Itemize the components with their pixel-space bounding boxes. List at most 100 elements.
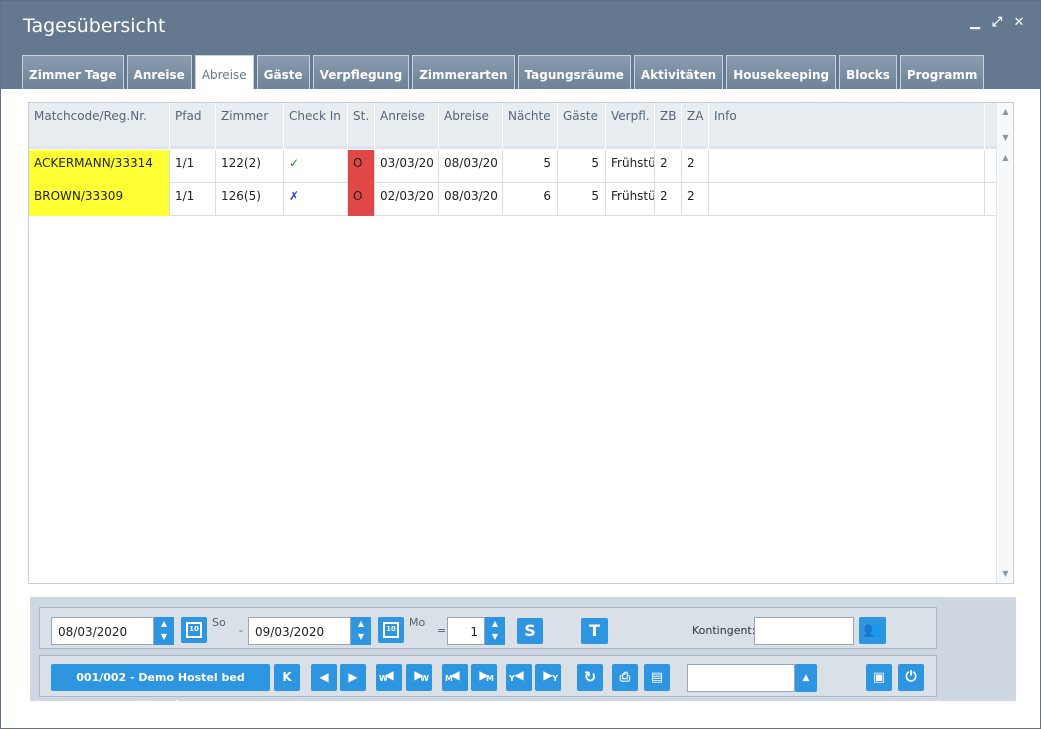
minimize-icon[interactable]: ▁ [968,15,982,30]
col-header-status[interactable]: St. [348,103,375,149]
calendar-icon: 10 [383,622,399,638]
col-header-verpflegung[interactable]: Verpfl. [606,103,655,149]
col-header-matchcode[interactable]: Matchcode/Reg.Nr. [29,103,170,149]
vertical-scrollbar[interactable]: ▲ ▼ ▲ ▼ [996,103,1013,583]
prev-week-button[interactable]: ◀ W [376,664,402,691]
col-header-zb[interactable]: ZB [655,103,682,149]
year-sub-label: Y [552,674,558,683]
scroll-up-icon[interactable]: ▲ [997,107,1014,116]
maximize-icon[interactable]: ⤢ [990,15,1004,30]
date-to-input[interactable]: 09/03/2020 [248,617,351,645]
cell-pfad: 1/1 [170,150,216,183]
cell-info [709,183,985,216]
cell-zb: 2 [655,150,682,183]
col-header-pfad[interactable]: Pfad [170,103,216,149]
s-button[interactable]: S [517,618,543,644]
luggage-button[interactable]: ▣ [866,664,892,691]
title-bar: Tagesübersicht ▁ ⤢ ✕ Zimmer Tage Anreise… [1,1,1040,89]
checkmark-icon: ✓ [289,156,300,170]
close-icon[interactable]: ✕ [1012,15,1026,30]
view-select[interactable] [687,664,795,692]
chevron-down-icon[interactable]: ▼ [351,630,371,643]
col-header-info[interactable]: Info [709,103,985,149]
year-sub-label: Y [509,674,515,683]
export-button[interactable]: ▤ [644,664,670,691]
tab-gaeste[interactable]: Gäste [256,55,310,89]
cell-status: O [348,183,375,216]
arrow-left-icon: ◀ [319,670,329,684]
arrow-right-icon: ▶ [348,670,358,684]
tab-housekeeping[interactable]: Housekeeping [726,55,837,89]
scroll-down-icon[interactable]: ▼ [997,133,1014,142]
date-from-input[interactable]: 08/03/2020 [51,617,154,645]
chevron-up-icon[interactable]: ▲ [485,617,505,630]
scroll-down-icon[interactable]: ▼ [997,569,1014,578]
scroll-up-icon[interactable]: ▲ [997,153,1014,162]
tab-anreise[interactable]: Anreise [126,55,192,89]
kontingent-input[interactable] [754,617,854,645]
tab-programm[interactable]: Programm [899,55,985,89]
next-week-button[interactable]: ▶ W [406,664,432,691]
cell-checkin: ✗ [284,183,348,216]
cell-verpflegung: Frühstü [606,183,655,216]
prev-day-button[interactable]: ◀ [311,664,337,691]
tab-zimmer-tage[interactable]: Zimmer Tage [22,55,124,89]
cell-zb: 2 [655,183,682,216]
tab-zimmerarten[interactable]: Zimmerarten [412,55,515,89]
table-row[interactable]: BROWN/33309 1/1 126(5) ✗ O 02/03/20 08/0… [29,183,997,216]
view-select-toggle[interactable]: ▲ [795,664,817,692]
col-header-abreise[interactable]: Abreise [439,103,503,149]
tab-verpflegung[interactable]: Verpflegung [312,55,410,89]
tab-tagungsraeume[interactable]: Tagungsräume [517,55,631,89]
table-row[interactable]: ACKERMANN/33314 1/1 122(2) ✓ O 03/03/20 … [29,150,997,183]
col-header-naechte[interactable]: Nächte [503,103,558,149]
next-month-button[interactable]: ▶ M [471,664,497,691]
date-to-calendar-button[interactable]: 10 [378,617,404,643]
printer-icon: ⎙ [619,670,631,685]
day-to-label: Mo [409,616,426,629]
equals-label: = [437,624,447,637]
t-button[interactable]: T [581,618,608,644]
next-day-button[interactable]: ▶ [340,664,366,691]
tab-abreise[interactable]: Abreise [194,55,254,89]
cell-naechte: 5 [503,150,558,183]
power-button[interactable]: ⏻ [898,664,924,691]
refresh-icon: ↻ [583,668,597,686]
col-header-zimmer[interactable]: Zimmer [216,103,284,149]
col-header-za[interactable]: ZA [682,103,709,149]
chevron-up-icon: ▲ [802,673,810,683]
luggage-icon: ▣ [872,670,886,685]
cell-matchcode: BROWN/33309 [29,183,170,216]
chevron-down-icon[interactable]: ▼ [154,630,174,643]
window-title: Tagesübersicht [23,15,166,37]
chevron-up-icon[interactable]: ▲ [154,617,174,630]
prev-month-button[interactable]: ◀ M [442,664,468,691]
date-from-calendar-button[interactable]: 10 [181,617,207,643]
col-header-gaeste[interactable]: Gäste [558,103,606,149]
chevron-up-icon[interactable]: ▲ [351,617,371,630]
tab-blocks[interactable]: Blocks [839,55,897,89]
date-to-stepper[interactable]: ▲ ▼ [351,617,371,645]
refresh-button[interactable]: ↻ [577,664,603,691]
cell-gaeste: 5 [558,183,606,216]
cell-abreise: 08/03/20 [439,183,503,216]
users-button[interactable]: 👥 [859,617,886,644]
chevron-down-icon[interactable]: ▼ [485,630,505,643]
col-header-checkin[interactable]: Check In [284,103,348,149]
col-header-anreise[interactable]: Anreise [375,103,439,149]
cell-checkin: ✓ [284,150,348,183]
days-count-stepper[interactable]: ▲ ▼ [485,617,505,645]
tagesuebersicht-window: Tagesübersicht ▁ ⤢ ✕ Zimmer Tage Anreise… [0,0,1041,729]
cell-za: 2 [682,150,709,183]
print-button[interactable]: ⎙ [612,664,638,691]
k-button[interactable]: K [274,664,300,691]
week-sub-label: W [420,674,429,683]
days-count-input[interactable]: 1 [447,617,485,645]
power-icon: ⏻ [905,669,917,685]
date-from-stepper[interactable]: ▲ ▼ [154,617,174,645]
tab-aktivitaeten[interactable]: Aktivitäten [633,55,724,89]
bottom-toolbar: 08/03/2020 ▲ ▼ 10 So - 09/03/2020 ▲ ▼ 10 M… [30,597,1016,711]
prev-year-button[interactable]: ◀ Y [506,664,532,691]
next-year-button[interactable]: ▶ Y [535,664,561,691]
category-button[interactable]: 001/002 - Demo Hostel bed categories [51,664,270,711]
